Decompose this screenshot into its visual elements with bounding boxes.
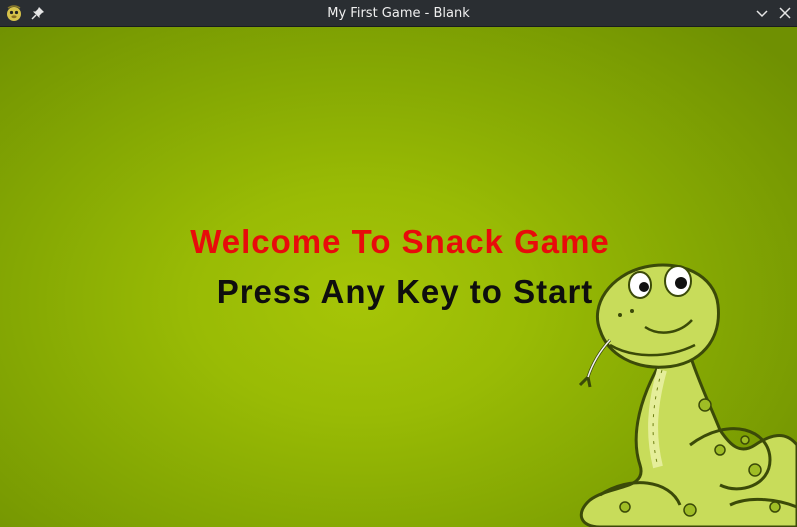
snake-head — [578, 263, 720, 388]
pin-icon[interactable] — [31, 5, 45, 20]
game-canvas[interactable]: Welcome To Snack Game Press Any Key to S… — [0, 27, 797, 527]
window-title: My First Game - Blank — [327, 6, 470, 21]
title-bar[interactable]: My First Game - Blank — [0, 0, 797, 27]
chevron-down-icon[interactable] — [754, 5, 770, 21]
snake-mascot-image — [578, 263, 797, 527]
game-window: My First Game - Blank Welcome To Snack G… — [0, 0, 797, 527]
snake-body — [579, 353, 797, 527]
close-icon[interactable] — [777, 5, 793, 21]
app-icon[interactable] — [5, 4, 23, 22]
